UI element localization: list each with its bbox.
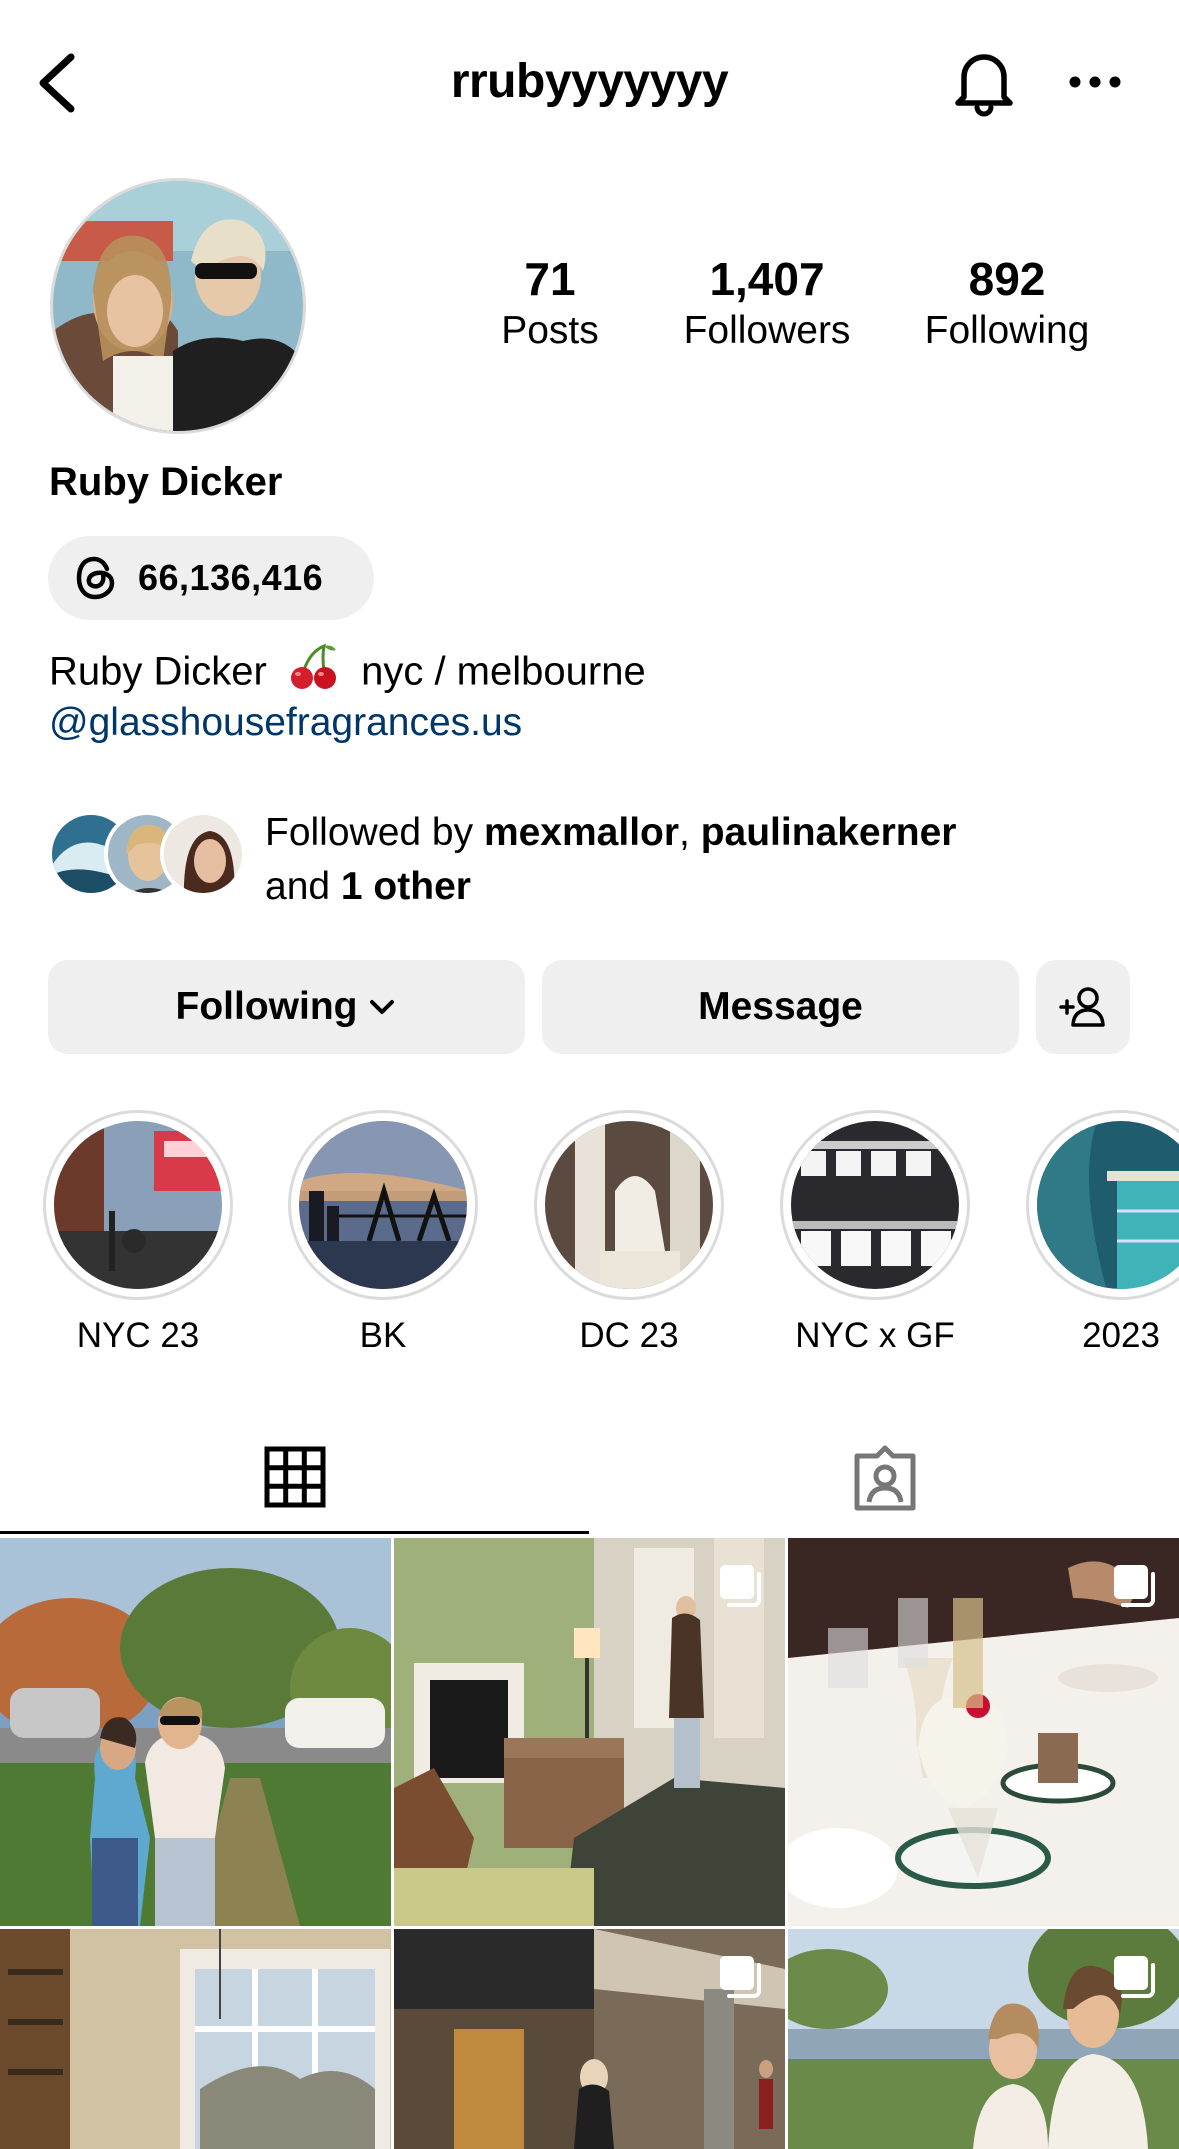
followers-label: Followers: [683, 309, 851, 352]
highlight-label: NYC 23: [76, 1316, 200, 1355]
profile-stats: 71 Posts 1,407 Followers 892 Following: [440, 252, 1140, 362]
tab-posts-grid[interactable]: [0, 1422, 589, 1534]
highlight-cover: [1037, 1121, 1179, 1289]
post-thumbnail[interactable]: [0, 1929, 391, 2149]
highlight-cover: [54, 1121, 222, 1289]
avatar-photo: [53, 181, 303, 431]
message-button[interactable]: Message: [542, 960, 1019, 1054]
highlight-bk[interactable]: BK: [287, 1110, 479, 1358]
profile-tabs: [0, 1422, 1179, 1534]
posts-label: Posts: [501, 309, 599, 352]
post-thumbnail[interactable]: [788, 1929, 1179, 2149]
message-button-label: Message: [698, 985, 863, 1028]
post-image: [0, 1538, 391, 1926]
post-thumbnail[interactable]: [0, 1538, 391, 1926]
highlight-cover: [299, 1121, 467, 1289]
highlight-label: NYC x GF: [795, 1316, 955, 1355]
followers-count: 1,407: [709, 253, 825, 305]
carousel-icon: [720, 1565, 761, 1607]
suggest-people-button[interactable]: [1036, 960, 1130, 1054]
separator: ,: [679, 811, 701, 854]
following-stat[interactable]: 892 Following: [897, 252, 1117, 356]
more-options-button[interactable]: [1060, 52, 1130, 112]
tab-tagged[interactable]: [590, 1422, 1179, 1534]
post-thumbnail[interactable]: [394, 1929, 785, 2149]
posts-count: 71: [524, 253, 576, 305]
profile-full-name: Ruby Dicker: [49, 460, 283, 504]
highlight-label: DC 23: [579, 1316, 679, 1355]
threads-count: 66,136,416: [138, 557, 324, 598]
following-count: 892: [968, 253, 1046, 305]
others-count: 1 other: [340, 865, 471, 908]
top-bar: rrubyyyyyyy: [0, 0, 1179, 165]
mutual-avatars: [48, 811, 248, 899]
highlight-cover: [545, 1121, 713, 1289]
following-label: Following: [924, 309, 1090, 352]
carousel-icon: [720, 1956, 761, 1998]
grid-icon: [264, 1446, 325, 1507]
bell-icon: [955, 54, 1013, 117]
post-thumbnail[interactable]: [394, 1538, 785, 1926]
posts-stat[interactable]: 71 Posts: [440, 252, 660, 356]
threads-badge[interactable]: 66,136,416: [48, 536, 374, 620]
mutual-avatar: [160, 811, 246, 897]
bio-location: nyc / melbourne: [361, 649, 646, 694]
notifications-button[interactable]: [948, 44, 1020, 120]
highlight-label: 2023: [1082, 1316, 1160, 1355]
bio-link[interactable]: @glasshousefragrances.us: [49, 696, 522, 750]
posts-grid: [0, 1538, 1179, 2149]
mutual-username: mexmallor: [483, 811, 680, 854]
followers-stat[interactable]: 1,407 Followers: [657, 252, 877, 356]
followed-by-text: Followed by mexmallor, paulinakerner and…: [265, 806, 957, 914]
carousel-icon: [1114, 1565, 1155, 1607]
profile-avatar[interactable]: [50, 178, 306, 434]
highlight-label: BK: [359, 1316, 407, 1355]
following-button[interactable]: Following: [48, 960, 525, 1054]
highlight-nyc-23[interactable]: NYC 23: [42, 1110, 234, 1358]
threads-icon: [76, 556, 115, 600]
tagged-person-icon: [854, 1445, 915, 1511]
post-thumbnail[interactable]: [788, 1538, 1179, 1926]
highlight-nyc-x-gf[interactable]: NYC x GF: [779, 1110, 971, 1358]
followed-by-row[interactable]: Followed by mexmallor, paulinakerner and…: [48, 806, 1148, 916]
carousel-icon: [1114, 1956, 1155, 1998]
highlight-cover: [791, 1121, 959, 1289]
followed-by-prefix: Followed by: [265, 811, 484, 854]
chevron-down-icon: [370, 1000, 395, 1014]
and-text: and: [265, 865, 341, 908]
mutual-username: paulinakerner: [700, 811, 957, 854]
post-image: [0, 1929, 391, 2149]
highlight-2023[interactable]: 2023: [1025, 1110, 1179, 1358]
following-button-label: Following: [175, 985, 358, 1028]
bio-name: Ruby Dicker: [49, 649, 267, 694]
add-person-icon: [1059, 987, 1105, 1027]
more-horizontal-icon: [1069, 76, 1121, 88]
highlight-dc-23[interactable]: DC 23: [533, 1110, 725, 1358]
